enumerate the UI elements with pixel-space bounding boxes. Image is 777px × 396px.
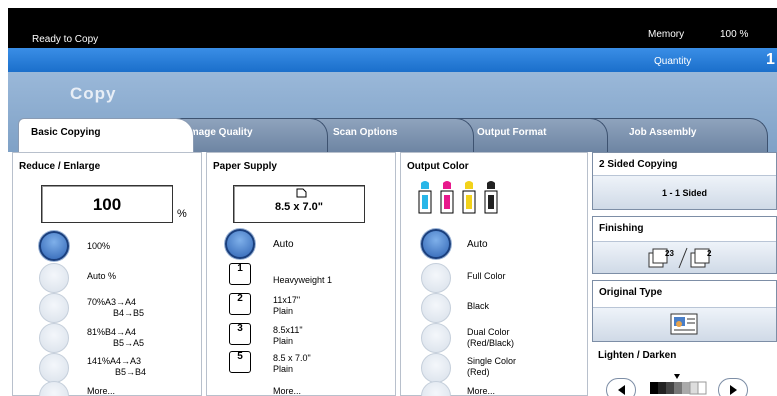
option-sublabel: B4→B5 xyxy=(113,308,145,318)
darkness-scale xyxy=(650,374,707,395)
option-label: Dual Color xyxy=(467,327,510,337)
svg-text:23: 23 xyxy=(665,249,674,258)
photo-text-icon xyxy=(670,313,697,335)
svg-text:2: 2 xyxy=(707,249,712,258)
reduce-enlarge-panel: Reduce / Enlarge 100 % 100% Auto % 70%A3… xyxy=(12,152,202,396)
tab-strip: Job Assembly Output Format Scan Options … xyxy=(18,112,777,152)
memory-value: 100 % xyxy=(720,29,749,40)
radio-more-reduce[interactable] xyxy=(39,381,69,396)
panel-title: Paper Supply xyxy=(213,161,277,172)
toner-bottle xyxy=(440,181,454,214)
radio-full-color[interactable] xyxy=(421,263,451,293)
darken-button[interactable] xyxy=(718,378,748,396)
two-sided-value: 1 - 1 Sided xyxy=(593,175,776,209)
radio-141-percent[interactable] xyxy=(39,353,69,383)
option-sublabel: (Red) xyxy=(467,367,490,377)
radio-70-percent[interactable] xyxy=(39,293,69,323)
paper-more-button[interactable]: More... xyxy=(273,386,301,396)
option-sublabel: Plain xyxy=(273,306,294,316)
option-label: Heavyweight 1 xyxy=(273,275,333,285)
lighten-darken-title: Lighten / Darken xyxy=(598,350,677,361)
option-label: 70%A3→A4 xyxy=(87,297,137,307)
header-area: Copy Job Assembly Output Format Scan Opt… xyxy=(8,72,777,152)
option-label: 8.5 x 7.0" xyxy=(273,353,311,363)
radio-paper-auto[interactable] xyxy=(225,229,255,259)
option-sublabel: Plain xyxy=(273,336,294,346)
memory-label: Memory xyxy=(648,29,685,40)
panel-title: Output Color xyxy=(407,161,469,172)
toner-bottle xyxy=(484,181,498,214)
quantity-bar: Quantity 1 xyxy=(8,48,777,72)
paper-supply-value-text: 8.5 x 7.0" xyxy=(274,201,324,213)
radio-black[interactable] xyxy=(421,293,451,323)
two-sided-title: 2 Sided Copying xyxy=(599,159,678,170)
original-type-icon-area xyxy=(593,307,776,341)
radio-more-color[interactable] xyxy=(421,381,451,396)
tray-3-icon[interactable]: 3 xyxy=(229,323,251,345)
radio-81-percent[interactable] xyxy=(39,323,69,353)
tray-number: 5 xyxy=(237,351,243,362)
original-type-title: Original Type xyxy=(599,287,663,298)
option-label: 11x17" xyxy=(273,295,301,305)
tab-label: Scan Options xyxy=(333,127,398,138)
option-sublabel: B5→B4 xyxy=(115,367,147,377)
tab-basic-copying[interactable]: Basic Copying xyxy=(18,118,194,152)
tray-number: 2 xyxy=(237,293,243,304)
option-label: Auto xyxy=(273,239,294,250)
tray-1-icon[interactable]: 1 xyxy=(229,263,251,285)
paper-orientation-icon xyxy=(296,188,307,198)
tab-label: Output Format xyxy=(477,127,547,138)
status-bar: Ready to Copy Memory 100 % xyxy=(8,8,777,48)
original-type-button[interactable]: Original Type xyxy=(592,280,777,342)
tab-label: Job Assembly xyxy=(629,127,697,138)
finishing-button[interactable]: Finishing 23 2 xyxy=(592,216,777,274)
option-label: Black xyxy=(467,301,490,311)
right-arrow-icon xyxy=(729,385,737,395)
radio-color-auto[interactable] xyxy=(421,229,451,259)
finishing-icon-area: 23 2 xyxy=(593,241,776,273)
collate-icon: 23 2 xyxy=(648,247,712,269)
option-label: 141%A4→A3 xyxy=(87,356,142,366)
page-title: Copy xyxy=(70,84,117,103)
tray-2-icon[interactable]: 2 xyxy=(229,293,251,315)
radio-single-color[interactable] xyxy=(421,353,451,383)
lighten-darken-control: Lighten / Darken xyxy=(592,346,777,396)
option-label: 81%B4→A4 xyxy=(87,327,137,337)
tray-number: 1 xyxy=(237,263,243,274)
output-color-panel: Output Color Auto Full Color Black Dual … xyxy=(400,152,588,396)
radio-auto-percent[interactable] xyxy=(39,263,69,293)
option-label: 100% xyxy=(87,241,111,251)
quantity-label: Quantity xyxy=(654,56,692,67)
radio-dual-color[interactable] xyxy=(421,323,451,353)
option-label: 8.5x11" xyxy=(273,325,303,335)
toner-bottle xyxy=(462,181,476,214)
copy-screen: Ready to Copy Memory 100 % Quantity 1 Co… xyxy=(8,8,777,396)
left-arrow-icon xyxy=(617,385,625,395)
paper-supply-panel: Paper Supply 8.5 x 7.0" Auto 1 Heavyweig… xyxy=(206,152,396,396)
option-label: More... xyxy=(467,386,496,396)
quantity-value[interactable]: 1 xyxy=(766,51,775,69)
option-label: Auto % xyxy=(87,271,117,281)
ready-status: Ready to Copy xyxy=(32,34,99,45)
option-sublabel: (Red/Black) xyxy=(467,338,515,348)
option-label: Auto xyxy=(467,239,488,250)
option-sublabel: Plain xyxy=(273,364,294,374)
panel-title: Reduce / Enlarge xyxy=(19,161,101,172)
radio-100-percent[interactable] xyxy=(39,231,69,261)
option-label: More... xyxy=(87,386,116,396)
finishing-title: Finishing xyxy=(599,223,644,234)
tab-label: Image Quality xyxy=(187,127,253,138)
percent-unit: % xyxy=(177,208,187,220)
reduce-enlarge-value[interactable]: 100 xyxy=(41,185,173,223)
two-sided-copying-button[interactable]: 2 Sided Copying 1 - 1 Sided xyxy=(592,152,777,210)
tab-label: Basic Copying xyxy=(31,127,101,138)
tray-5-icon[interactable]: 5 xyxy=(229,351,251,373)
toner-bottle xyxy=(418,181,432,214)
toner-bottles-icon xyxy=(418,181,498,214)
tray-number: 3 xyxy=(237,323,243,334)
lighten-button[interactable] xyxy=(606,378,636,396)
option-label: Single Color xyxy=(467,356,517,366)
option-sublabel: B5→A5 xyxy=(113,338,145,348)
option-label: Full Color xyxy=(467,271,506,281)
